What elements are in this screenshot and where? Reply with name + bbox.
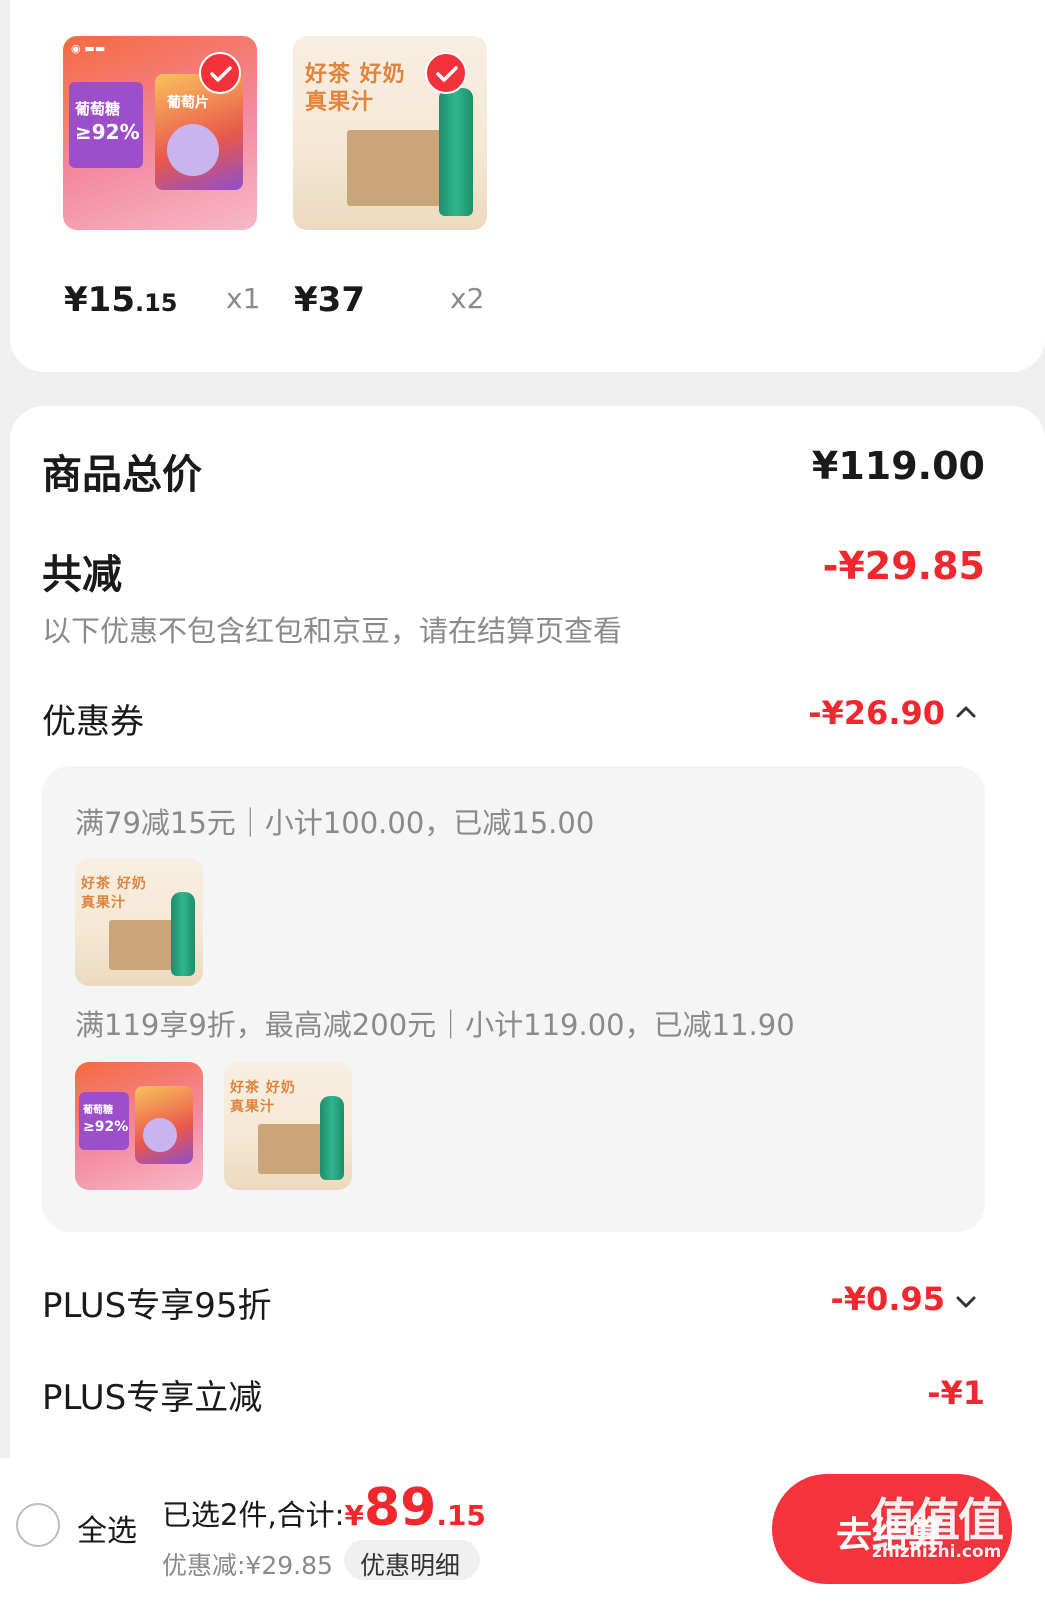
- drink-box-image: [258, 1124, 322, 1174]
- product-thumbnail-glucose-candy[interactable]: ◉ ▬▬ 葡萄糖 ≥92% 葡萄片: [63, 36, 257, 230]
- product-thumb-line-1: 葡萄糖: [83, 1105, 113, 1116]
- total-discount-value: -¥29.85: [822, 544, 985, 588]
- product-thumb-line-1: 好茶 好奶: [230, 1080, 296, 1096]
- select-all-radio[interactable]: [16, 1503, 60, 1547]
- coupon-value: -¥26.90: [808, 694, 945, 732]
- coupon-label: 优惠券: [42, 702, 144, 742]
- discount-detail-label[interactable]: 优惠明细: [360, 1546, 460, 1582]
- product-thumb-line-2: ≥92%: [75, 120, 140, 144]
- total-amount-decimal: .15: [436, 1499, 486, 1532]
- product-quantity: x2: [450, 282, 485, 315]
- candy-disc-image: [143, 1118, 177, 1152]
- product-thumb-line-1: 好茶 好奶: [81, 876, 147, 892]
- coupon-row[interactable]: 优惠券 -¥26.90: [42, 690, 985, 742]
- coupon-product-thumbnail-tea-drink[interactable]: 好茶 好奶 真果汁: [75, 858, 203, 986]
- price-main: ¥15: [64, 280, 135, 320]
- plus-discount-value: -¥0.95: [830, 1280, 946, 1318]
- plus-discount-label: PLUS专享95折: [42, 1286, 272, 1326]
- product-thumb-line-1: 好茶 好奶: [305, 62, 406, 87]
- drink-bottle-image: [439, 88, 473, 216]
- product-thumbnail-tea-drink[interactable]: 好茶 好奶 真果汁: [293, 36, 487, 230]
- select-all-label[interactable]: 全选: [77, 1506, 137, 1550]
- coupon-rule-1: 满79减15元｜小计100.00，已减15.00: [75, 806, 595, 840]
- coupon-product-thumbnail-tea-drink[interactable]: 好茶 好奶 真果汁: [224, 1062, 352, 1190]
- chevron-down-icon[interactable]: [955, 1294, 977, 1313]
- drink-bottle-image: [171, 892, 195, 976]
- drink-box-image: [347, 130, 443, 206]
- total-price-value: ¥119.00: [811, 444, 985, 488]
- total-amount-main: 89: [363, 1478, 437, 1538]
- selected-total: 已选2件,合计:¥89.15: [162, 1478, 486, 1538]
- product-quantity: x1: [226, 282, 261, 315]
- coupon-product-thumbnail-glucose-candy[interactable]: 葡萄糖 ≥92%: [75, 1062, 203, 1190]
- product-thumb-line-2: 真果汁: [81, 895, 126, 911]
- total-discount-label: 共减: [42, 552, 122, 598]
- drink-bottle-image: [320, 1096, 344, 1180]
- product-thumb-line-2: 真果汁: [230, 1099, 275, 1115]
- drink-box-image: [109, 920, 173, 970]
- candy-pack-label: 葡萄片: [167, 95, 209, 111]
- candy-disc-image: [167, 124, 219, 176]
- bottom-discount-line: 优惠减:¥29.85: [162, 1551, 333, 1580]
- selected-count-label: 已选2件,合计:: [162, 1498, 345, 1532]
- chevron-up-icon[interactable]: [955, 704, 977, 723]
- price-main: ¥37: [294, 280, 365, 320]
- coupon-rule-2: 满119享9折，最高减200元｜小计119.00，已减11.90: [75, 1008, 795, 1042]
- plus-discount-row[interactable]: PLUS专享95折 -¥0.95: [42, 1276, 985, 1328]
- total-yen-symbol: ¥: [344, 1499, 364, 1532]
- selected-check-icon[interactable]: [425, 52, 467, 94]
- selected-check-icon[interactable]: [199, 52, 241, 94]
- site-watermark-url: zhizhizhi.com: [872, 1542, 1002, 1562]
- product-price: ¥37: [294, 280, 365, 320]
- brand-logo-icon: ◉ ▬▬: [71, 42, 106, 55]
- plus-reduction-label: PLUS专享立减: [42, 1378, 263, 1418]
- site-watermark: 值值值: [870, 1493, 1004, 1547]
- discount-notice: 以下优惠不包含红包和京豆，请在结算页查看: [42, 614, 623, 648]
- price-decimal: .15: [134, 289, 178, 317]
- product-thumb-line-2: 真果汁: [305, 90, 375, 115]
- product-price: ¥15.15: [64, 280, 178, 320]
- product-thumb-line-1: 葡萄糖: [75, 100, 121, 118]
- plus-reduction-value: -¥1: [927, 1374, 985, 1412]
- total-price-label: 商品总价: [42, 452, 202, 498]
- product-thumb-line-2: ≥92%: [83, 1119, 129, 1135]
